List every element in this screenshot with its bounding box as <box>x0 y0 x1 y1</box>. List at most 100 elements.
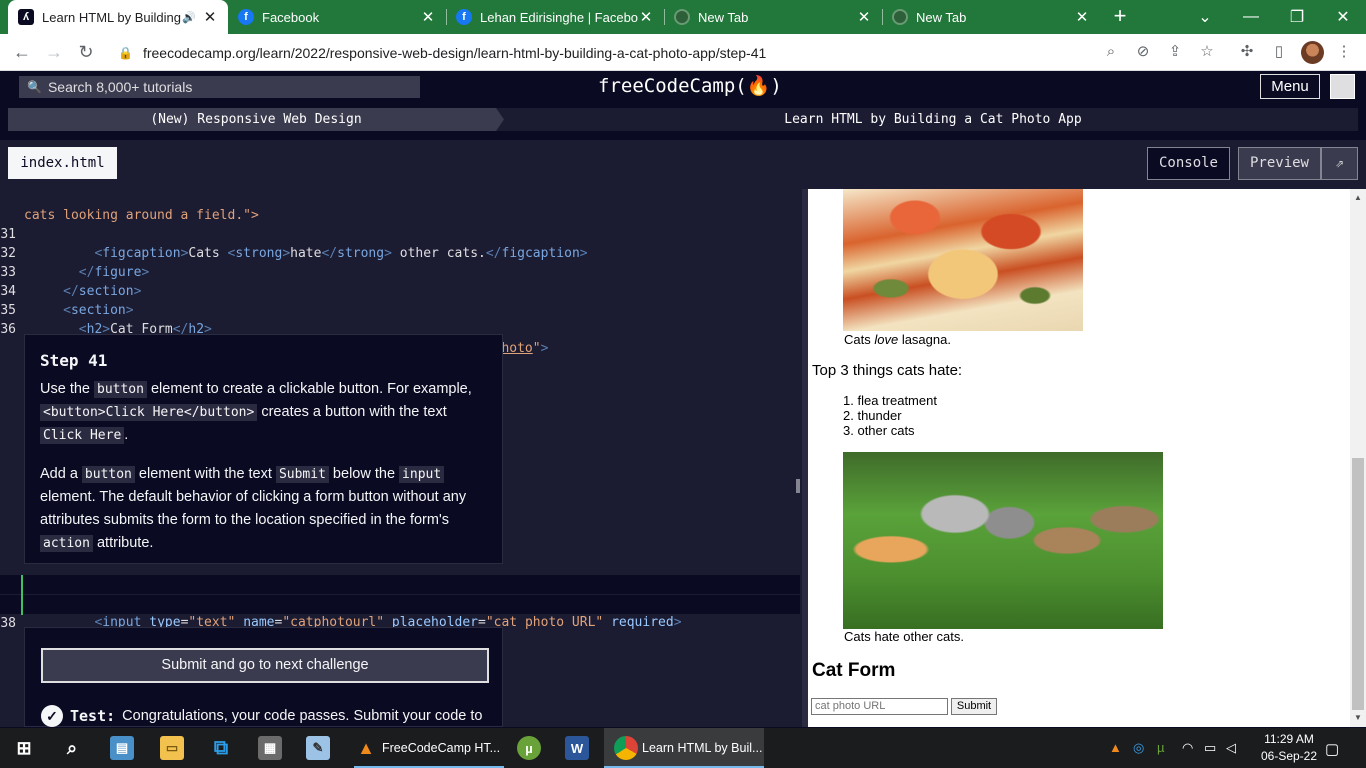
browser-tab[interactable]: New Tab ✕ <box>664 0 882 34</box>
share-icon[interactable]: ⇪ <box>1165 42 1185 62</box>
code-line[interactable]: 33 </section> <box>0 244 800 299</box>
system-clock[interactable]: 11:29 AM 06-Sep-22 <box>1258 731 1320 765</box>
scroll-down-icon[interactable]: ▼ <box>1350 710 1366 726</box>
list-item-text: flea treatment <box>857 393 937 408</box>
inline-code: Submit <box>275 466 329 483</box>
inline-code: Click Here <box>40 427 125 444</box>
inline-code: button <box>81 466 135 483</box>
taskbar-vscode[interactable]: ⧉ <box>209 728 233 768</box>
code-line[interactable]: 31 <figcaption>Cats <strong>hate</strong… <box>0 206 800 261</box>
taskbar-word[interactable]: W <box>565 728 589 768</box>
taskbar-file-explorer[interactable]: ▭ <box>160 728 184 768</box>
taskbar-utorrent[interactable]: µ <box>517 728 541 768</box>
chrome-icon <box>614 736 638 760</box>
console-toggle-button[interactable]: Console <box>1147 147 1230 180</box>
emphasis-text: love <box>874 332 899 347</box>
text: Use the <box>40 381 94 397</box>
close-tab-icon[interactable]: ✕ <box>638 8 654 26</box>
back-icon[interactable]: ← <box>10 41 34 65</box>
editor-scrollbar-thumb[interactable] <box>796 479 800 493</box>
wifi-icon[interactable]: ◠ <box>1182 740 1193 756</box>
close-tab-icon[interactable]: ✕ <box>202 8 218 26</box>
tab-title: Lehan Edirisinghe | Facebook <box>480 9 638 25</box>
user-avatar[interactable] <box>1330 74 1355 99</box>
code-line[interactable]: 32 </figure> <box>0 225 800 280</box>
preview-scrollbar-thumb[interactable] <box>1352 458 1364 710</box>
code-line[interactable]: 37 <input type="text" name="catphotourl"… <box>0 575 800 630</box>
zoom-icon[interactable]: ⌕ <box>1101 42 1121 62</box>
forward-icon[interactable]: → <box>42 41 66 65</box>
battery-icon[interactable]: ▭ <box>1204 740 1216 756</box>
lock-icon[interactable]: 🔒 <box>118 46 133 60</box>
breadcrumb: (New) Responsive Web Design Learn HTML b… <box>8 108 1358 131</box>
browser-tabstrip: ʎ Learn HTML by Building 🔊 ✕ f Facebook … <box>0 0 1366 34</box>
menu-button[interactable]: Menu <box>1260 74 1320 99</box>
taskbar-paint[interactable]: ✎ <box>306 728 330 768</box>
clock-time: 11:29 AM <box>1264 732 1314 746</box>
browser-tab[interactable]: f Lehan Edirisinghe | Facebook ✕ <box>446 0 664 34</box>
step-title: Step 41 <box>40 351 108 370</box>
text: Cats <box>844 332 875 347</box>
code-line[interactable]: cats looking around a field."> <box>0 189 800 223</box>
close-tab-icon[interactable]: ✕ <box>856 8 872 26</box>
tab-search-icon[interactable]: ⌄ <box>1182 0 1228 34</box>
list-item-text: thunder <box>857 408 902 423</box>
extensions-icon[interactable]: ✣ <box>1237 42 1257 62</box>
browser-tab[interactable]: New Tab ✕ <box>882 0 1100 34</box>
code-line[interactable]: 34 <section> <box>0 263 800 318</box>
folder-icon: ▭ <box>160 736 184 760</box>
close-window-icon[interactable]: ✕ <box>1320 0 1366 34</box>
inline-code: action <box>40 535 93 552</box>
eye-slash-icon[interactable]: ⊘ <box>1133 42 1153 62</box>
side-panel-icon[interactable]: ▯ <box>1269 42 1289 62</box>
code-line[interactable]: 38 <button>Submit</button> <box>0 595 800 650</box>
url-text[interactable]: freecodecamp.org/learn/2022/responsive-w… <box>143 45 766 61</box>
taskbar-label: Learn HTML by Buil... <box>642 741 763 755</box>
start-button[interactable]: ⊞ <box>12 728 36 768</box>
kittens-image <box>843 452 1163 629</box>
address-bar[interactable]: 🔒 freecodecamp.org/learn/2022/responsive… <box>108 38 1228 67</box>
bookmark-star-icon[interactable]: ☆ <box>1197 42 1217 62</box>
network-app-tray-icon[interactable]: ◎ <box>1133 740 1144 756</box>
tutorial-search-input[interactable]: 🔍 Search 8,000+ tutorials <box>19 76 420 98</box>
new-tab-button[interactable]: + <box>1108 5 1132 29</box>
browser-tab-active[interactable]: ʎ Learn HTML by Building 🔊 ✕ <box>8 0 228 34</box>
browser-tab[interactable]: f Facebook ✕ <box>228 0 446 34</box>
inline-code: input <box>399 466 445 483</box>
taskbar-app[interactable]: ▤ <box>110 728 134 768</box>
notifications-icon[interactable]: ▢ <box>1325 740 1339 758</box>
cat-photo-url-input[interactable]: cat photo URL <box>811 698 948 715</box>
code-line[interactable]: 36 <form action="https://freecatphotoapp… <box>0 301 800 356</box>
preview-toggle-button[interactable]: Preview <box>1238 147 1321 180</box>
scroll-up-icon[interactable]: ▲ <box>1350 190 1366 206</box>
close-tab-icon[interactable]: ✕ <box>420 8 436 26</box>
file-tab-index-html[interactable]: index.html <box>8 147 117 179</box>
external-link-icon[interactable]: ⇗ <box>1321 147 1358 180</box>
step-instructions: Step 41 Use the button element to create… <box>24 334 503 564</box>
browser-menu-icon[interactable]: ⋮ <box>1334 42 1354 62</box>
breadcrumb-superblock[interactable]: (New) Responsive Web Design <box>8 108 504 131</box>
profile-avatar[interactable] <box>1301 41 1324 64</box>
test-message: Congratulations, your code passes. Submi… <box>122 708 483 724</box>
submit-next-challenge-button[interactable]: Submit and go to next challenge <box>41 648 489 683</box>
code-line[interactable]: 35 <h2>Cat Form</h2> <box>0 282 800 337</box>
minimize-icon[interactable]: — <box>1228 0 1274 34</box>
list-item: 3. other cats <box>843 423 915 438</box>
close-tab-icon[interactable]: ✕ <box>1074 8 1090 26</box>
volume-icon[interactable]: ◁ <box>1226 740 1236 756</box>
taskbar-chrome[interactable]: Learn HTML by Buil... <box>604 728 764 768</box>
taskbar-calculator[interactable]: ▦ <box>258 728 282 768</box>
list-item-text: other cats <box>857 423 915 438</box>
reload-icon[interactable]: ↻ <box>74 41 98 65</box>
taskbar-vlc[interactable]: ▲ FreeCodeCamp HT... <box>354 728 506 768</box>
utorrent-tray-icon[interactable]: µ <box>1157 740 1165 755</box>
calculator-icon: ▦ <box>258 736 282 760</box>
speaker-icon[interactable]: 🔊 <box>182 11 196 24</box>
vlc-icon: ▲ <box>357 737 375 758</box>
freecodecamp-logo[interactable]: freeCodeCamp(🔥) <box>598 74 782 97</box>
restore-icon[interactable]: ❐ <box>1274 0 1320 34</box>
breadcrumb-block[interactable]: Learn HTML by Building a Cat Photo App <box>508 108 1358 131</box>
form-submit-button[interactable]: Submit <box>951 698 997 715</box>
vlc-tray-icon[interactable]: ▲ <box>1109 740 1122 755</box>
taskbar-search-button[interactable]: ⌕ <box>60 728 84 768</box>
